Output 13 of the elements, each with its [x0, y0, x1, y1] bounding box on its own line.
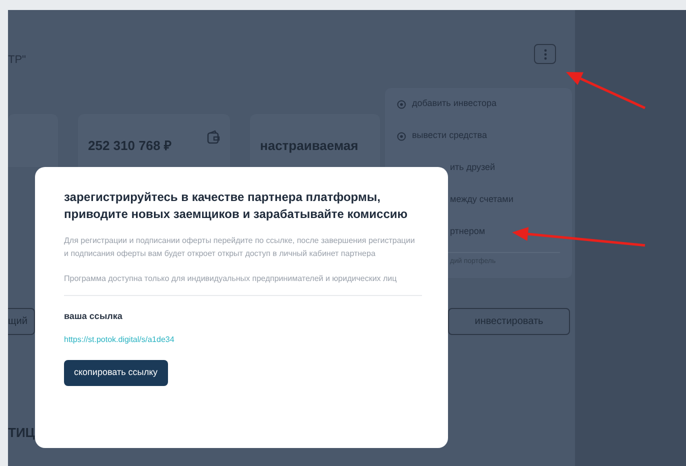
add-circle-icon — [397, 132, 406, 140]
modal-title: зарегистрируйтесь в качестве партнера платформы, приводите новых заемщиков и зарабатывайте комиссию — [64, 189, 409, 223]
stat-value: 252 310 768 ₽ — [88, 137, 172, 155]
referral-link[interactable]: https://st.potok.digital/s/a1de34 — [64, 334, 174, 346]
stat-value: настраиваемая — [260, 137, 358, 155]
modal-paragraph: Для регистрации и подписании оферты перейдите по ссылке, после завершения регистрации и подписания оферты вам будет откроет открыт доступ в личный кабинет партнера — [64, 235, 416, 260]
add-circle-icon — [397, 100, 406, 108]
wallet-icon — [207, 130, 220, 144]
modal-paragraph: Программа доступна только для индивидуальных предпринимателей и юридических лиц — [64, 273, 398, 285]
copy-link-button[interactable]: скопировать ссылку — [64, 360, 168, 386]
link-label: ваша ссылка — [64, 310, 124, 323]
more-icon — [544, 48, 546, 60]
more-button[interactable] — [534, 44, 556, 64]
